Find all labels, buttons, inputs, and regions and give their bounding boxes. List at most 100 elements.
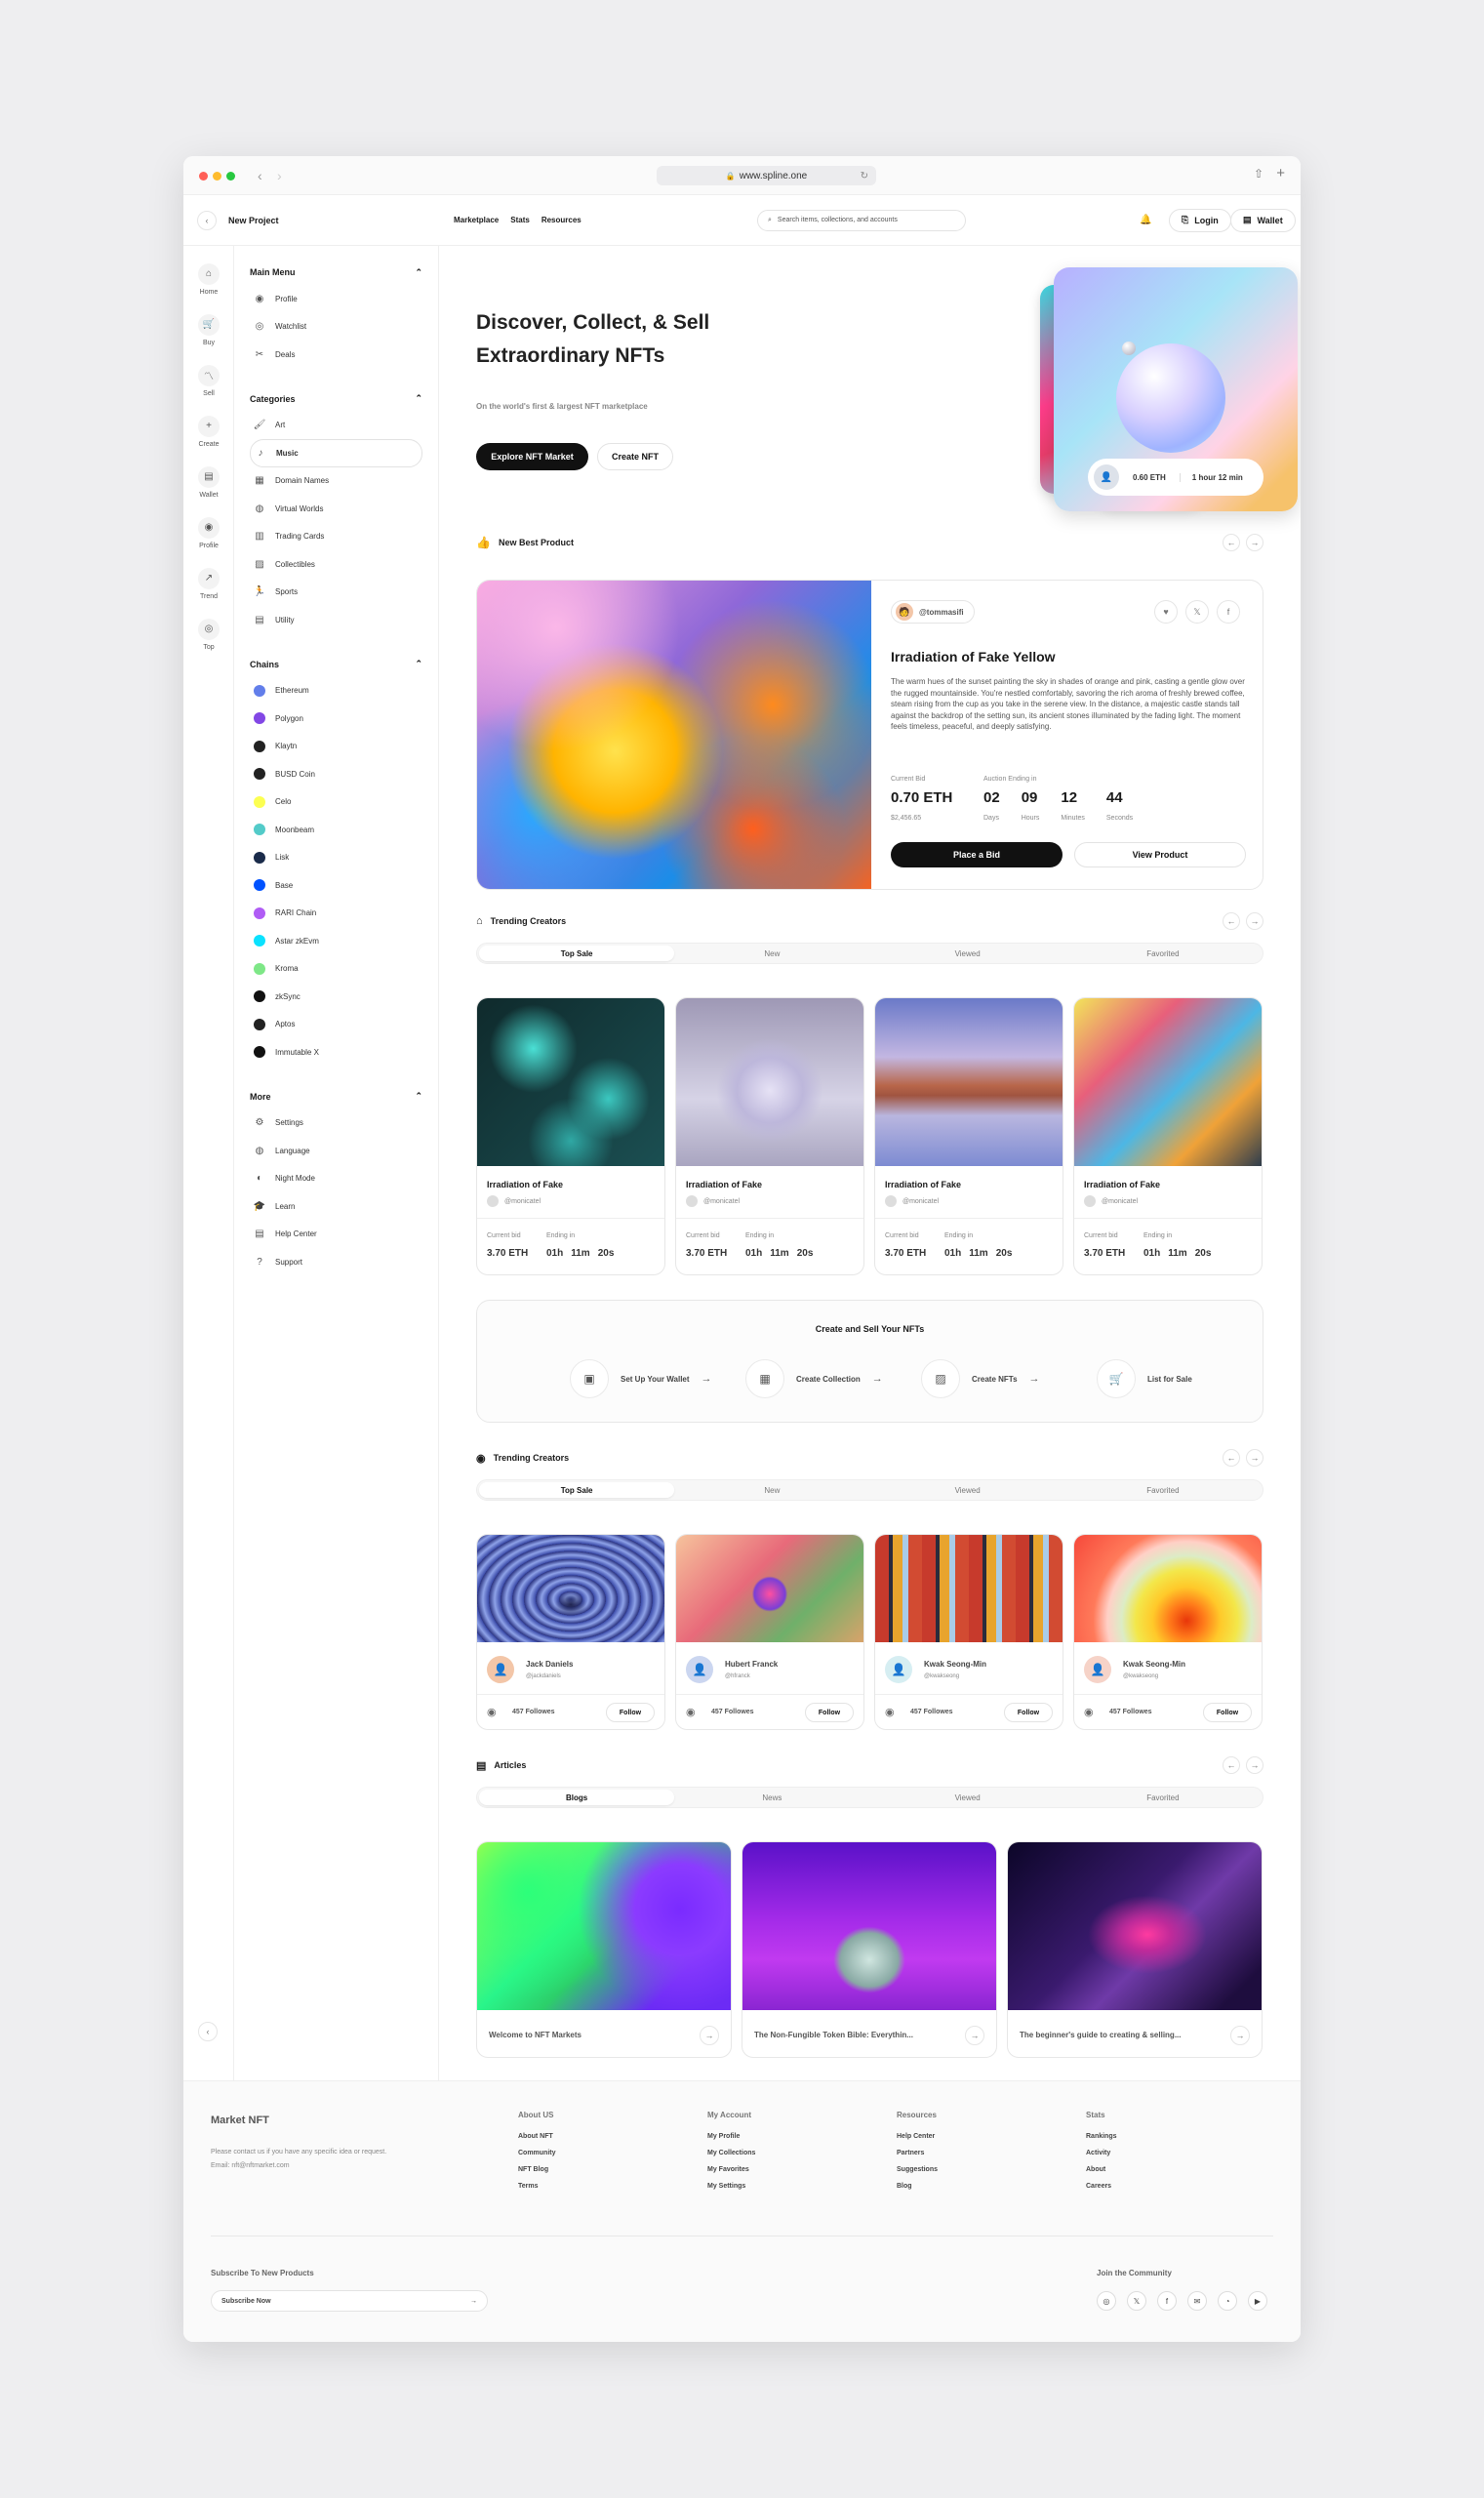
sidebar-item-music[interactable]: ♪ Music (250, 439, 422, 467)
new-tab-icon[interactable]: + (1276, 165, 1285, 181)
creator-cover-image[interactable] (1074, 1535, 1262, 1642)
sidebar-item-domain-names[interactable]: ▦ Domain Names (250, 467, 422, 496)
url-bar[interactable]: 🔒 www.spline.one ↻ (657, 166, 876, 185)
arrow-right-icon[interactable]: → (470, 2298, 477, 2305)
sidebar-item-watchlist[interactable]: ◎ Watchlist (250, 313, 422, 342)
chain-item-astar-zkevm[interactable]: Astar zkEvm (250, 927, 422, 955)
rail-item-buy[interactable]: 🛒 Buy (183, 304, 234, 355)
tab-favorited[interactable]: Favorited (1065, 946, 1261, 961)
nft-creator[interactable]: @monicatel (1084, 1195, 1138, 1207)
sidebar-item-settings[interactable]: ⚙ Settings (250, 1109, 422, 1138)
chain-item-celo[interactable]: Celo (250, 788, 422, 817)
main-menu-header[interactable]: Main Menu ⌃ (250, 260, 422, 285)
footer-link[interactable]: My Profile (707, 2133, 897, 2140)
footer-link[interactable]: About (1086, 2166, 1275, 2173)
chain-item-base[interactable]: Base (250, 871, 422, 900)
bell-icon[interactable]: 🔔 (1140, 215, 1151, 225)
sidebar-item-collectibles[interactable]: ▨ Collectibles (250, 550, 422, 579)
explore-button[interactable]: Explore NFT Market (476, 443, 588, 470)
nav-marketplace[interactable]: Marketplace (454, 216, 499, 224)
avatar[interactable]: 👤 (487, 1656, 514, 1683)
footer-link[interactable]: Careers (1086, 2183, 1275, 2190)
tab-viewed[interactable]: Viewed (870, 1790, 1065, 1805)
sidebar-item-deals[interactable]: ✂ Deals (250, 341, 422, 369)
tab-top-sale[interactable]: Top Sale (479, 946, 675, 961)
creator-cover-image[interactable] (875, 1535, 1063, 1642)
reload-icon[interactable]: ↻ (861, 171, 868, 181)
tab-news[interactable]: News (674, 1790, 869, 1805)
nft-image[interactable] (1074, 998, 1262, 1166)
chain-item-polygon[interactable]: Polygon (250, 705, 422, 733)
step-item[interactable]: ▣ Set Up Your Wallet → (570, 1359, 728, 1398)
maximize-window-dot[interactable] (226, 172, 235, 181)
share-icon[interactable]: ⇧ (1254, 167, 1263, 181)
chain-item-busd-coin[interactable]: BUSD Coin (250, 760, 422, 788)
heart-icon[interactable]: ♥ (1154, 600, 1178, 624)
best-product-image[interactable] (477, 581, 871, 889)
nft-image[interactable] (477, 998, 664, 1166)
follow-button[interactable]: Follow (1203, 1703, 1252, 1722)
close-window-dot[interactable] (199, 172, 208, 181)
place-bid-button[interactable]: Place a Bid (891, 842, 1063, 867)
avatar[interactable]: 👤 (686, 1656, 713, 1683)
creator-cover-image[interactable] (477, 1535, 664, 1642)
create-nft-button[interactable]: Create NFT (597, 443, 673, 470)
chain-item-immutable-x[interactable]: Immutable X (250, 1038, 422, 1067)
next-arrow-icon[interactable]: → (1246, 1756, 1263, 1774)
facebook-icon[interactable]: f (1157, 2291, 1177, 2311)
avatar[interactable]: 👤 (1084, 1656, 1111, 1683)
nft-creator[interactable]: @monicatel (885, 1195, 939, 1207)
tab-new[interactable]: New (674, 1482, 869, 1498)
footer-link[interactable]: Community (518, 2150, 707, 2156)
sidebar-item-art[interactable]: 🖌 Art (250, 412, 422, 440)
avatar[interactable]: 👤 (885, 1656, 912, 1683)
collapse-icon[interactable]: ‹ (197, 210, 217, 230)
chain-item-aptos[interactable]: Aptos (250, 1011, 422, 1039)
creator-card[interactable]: 👤 Kwak Seong-Min @kwakseong ◉ 457 Followes Fo… (1073, 1534, 1263, 1730)
minimize-window-dot[interactable] (213, 172, 221, 181)
nft-image[interactable] (875, 998, 1063, 1166)
rail-item-sell[interactable]: 〽 Sell (183, 355, 234, 406)
sidebar-item-night-mode[interactable]: ◐ Night Mode (250, 1165, 422, 1193)
creator-chip[interactable]: 🧑 @tommasifi (891, 600, 975, 624)
chain-item-moonbeam[interactable]: Moonbeam (250, 816, 422, 844)
article-image[interactable] (477, 1842, 731, 2010)
footer-link[interactable]: My Favorites (707, 2166, 897, 2173)
back-icon[interactable]: ‹ (258, 168, 262, 183)
step-item[interactable]: ▨ Create NFTs → (921, 1359, 1079, 1398)
sidebar-item-support[interactable]: ? Support (250, 1248, 422, 1276)
creator-card[interactable]: 👤 Kwak Seong-Min @kwakseong ◉ 457 Followes Fo… (874, 1534, 1063, 1730)
sidebar-item-utility[interactable]: ▤ Utility (250, 606, 422, 634)
nav-resources[interactable]: Resources (541, 216, 582, 224)
x-icon[interactable]: 𝕏 (1127, 2291, 1146, 2311)
forward-icon[interactable]: › (277, 168, 282, 183)
mail-icon[interactable]: ✉ (1187, 2291, 1207, 2311)
creator-card[interactable]: 👤 Jack Daniels @jackdaniels ◉ 457 Followes Fo… (476, 1534, 665, 1730)
instagram-icon[interactable]: ◎ (1097, 2291, 1116, 2311)
step-item[interactable]: 🛒 List for Sale (1097, 1359, 1255, 1398)
prev-arrow-icon[interactable]: ← (1223, 912, 1240, 930)
sidebar-item-virtual-worlds[interactable]: ◍ Virtual Worlds (250, 495, 422, 523)
creator-cover-image[interactable] (676, 1535, 863, 1642)
sidebar-item-trading-cards[interactable]: ▥ Trading Cards (250, 523, 422, 551)
chain-item-zksync[interactable]: zkSync (250, 983, 422, 1011)
tab-top-sale[interactable]: Top Sale (479, 1482, 675, 1498)
discord-icon[interactable]: ◔ (1218, 2291, 1237, 2311)
nft-creator[interactable]: @monicatel (686, 1195, 740, 1207)
nft-card[interactable]: Irradiation of Fake @monicatel Current bid… (476, 997, 665, 1275)
tab-favorited[interactable]: Favorited (1065, 1790, 1261, 1805)
view-product-button[interactable]: View Product (1074, 842, 1246, 867)
sidebar-item-language[interactable]: ◍ Language (250, 1137, 422, 1165)
next-arrow-icon[interactable]: → (1246, 912, 1263, 930)
tab-viewed[interactable]: Viewed (870, 1482, 1065, 1498)
tab-viewed[interactable]: Viewed (870, 946, 1065, 961)
rail-item-top[interactable]: ◎ Top (183, 609, 234, 660)
chain-item-klaytn[interactable]: Klaytn (250, 733, 422, 761)
rail-item-wallet[interactable]: ▤ Wallet (183, 457, 234, 507)
login-button[interactable]: ⎘ Login (1169, 208, 1231, 232)
nft-card[interactable]: Irradiation of Fake @monicatel Current bid… (1073, 997, 1263, 1275)
rail-item-trend[interactable]: ↗ Trend (183, 558, 234, 609)
nft-card[interactable]: Irradiation of Fake @monicatel Current bid… (675, 997, 864, 1275)
prev-arrow-icon[interactable]: ← (1223, 534, 1240, 551)
tab-blogs[interactable]: Blogs (479, 1790, 675, 1805)
